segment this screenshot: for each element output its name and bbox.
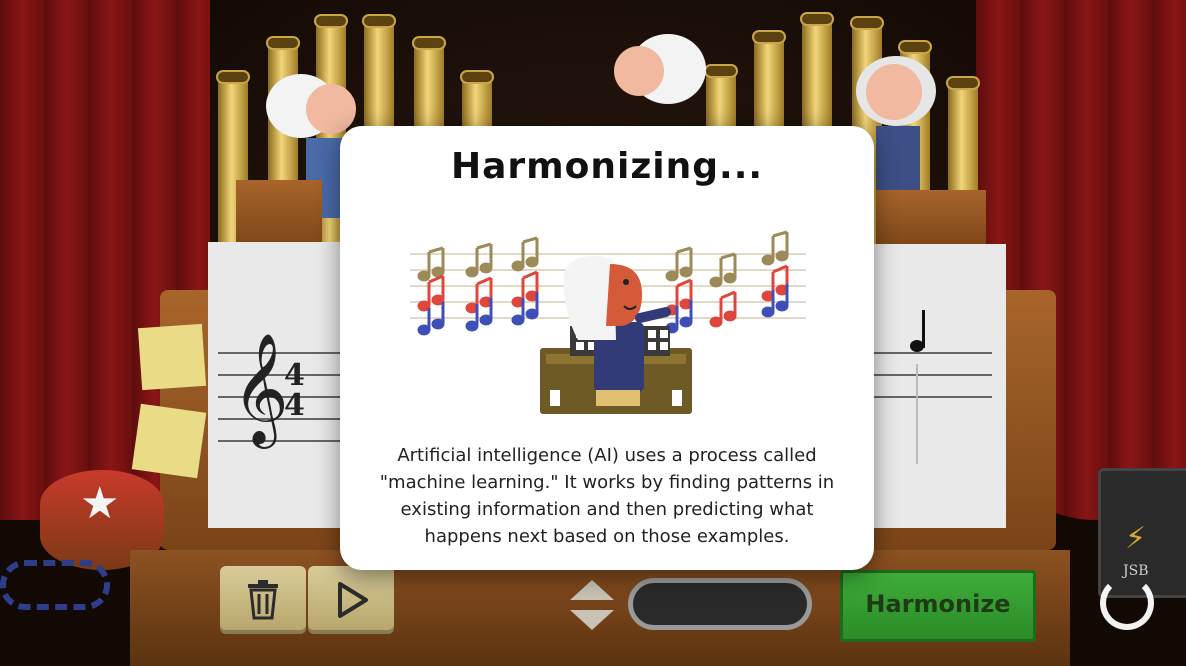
tempo-stepper[interactable] xyxy=(566,576,618,634)
lightning-icon: ⚡ xyxy=(1125,521,1147,556)
organ-side-right xyxy=(876,190,986,250)
sheet-music-left: 𝄞 4 4 xyxy=(208,242,348,528)
staff-line xyxy=(872,352,992,354)
bach-organ-illustration xyxy=(410,230,806,414)
harmonize-button[interactable]: Harmonize xyxy=(840,570,1036,642)
playhead-line xyxy=(916,364,918,464)
treble-clef-icon: 𝄞 xyxy=(232,332,289,444)
note-stem xyxy=(922,310,925,348)
sheet-music-right xyxy=(872,244,1006,528)
amplifier: ⚡ JSB xyxy=(1098,468,1186,598)
up-down-arrows-icon xyxy=(570,580,614,630)
organ-side-left xyxy=(236,180,322,250)
play-icon xyxy=(338,582,368,618)
staff-line xyxy=(872,374,992,376)
dialog-description: Artificial intelligence (AI) uses a proc… xyxy=(379,445,835,547)
staff-line xyxy=(872,396,992,398)
slot-display xyxy=(628,578,812,630)
bach-figure-center xyxy=(600,34,710,134)
harmonize-label: Harmonize xyxy=(865,590,1011,618)
sticky-note-stars[interactable] xyxy=(131,403,207,479)
trash-icon xyxy=(248,580,278,620)
loading-spinner-icon xyxy=(1100,576,1154,630)
play-button[interactable] xyxy=(308,566,394,634)
time-signature-bottom: 4 xyxy=(284,388,305,423)
coiled-cable xyxy=(0,560,110,610)
sticky-note-sheep[interactable] xyxy=(137,323,207,391)
harmonizing-dialog: Harmonizing... Artificial intelligence (… xyxy=(340,126,874,570)
clear-button[interactable] xyxy=(220,566,306,634)
dialog-title: Harmonizing... xyxy=(450,146,764,187)
star-icon: ★ xyxy=(80,478,120,529)
